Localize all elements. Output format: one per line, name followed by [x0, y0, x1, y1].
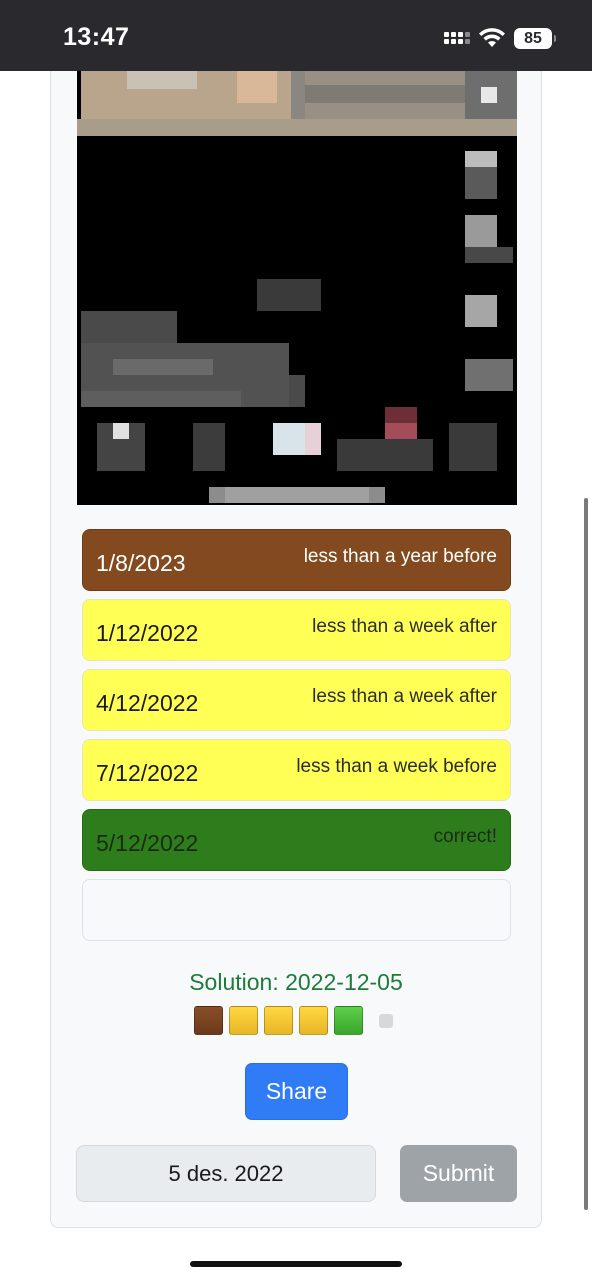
empty-guess-row — [82, 879, 511, 941]
battery-level: 85 — [524, 29, 542, 47]
guess-row: 4/12/2022 less than a week after — [82, 669, 511, 731]
guess-date: 7/12/2022 — [96, 760, 199, 786]
brown-square-icon — [194, 1006, 223, 1035]
date-input[interactable]: 5 des. 2022 — [76, 1145, 376, 1202]
guess-date: 4/12/2022 — [96, 690, 199, 716]
status-icons: 85 — [444, 26, 556, 50]
wifi-icon — [479, 28, 505, 47]
green-square-icon — [334, 1006, 363, 1035]
scrollbar[interactable] — [584, 498, 588, 1210]
guess-date: 5/12/2022 — [96, 830, 199, 856]
submit-button[interactable]: Submit — [400, 1145, 517, 1202]
guess-date: 1/8/2023 — [96, 550, 186, 576]
guess-date: 1/12/2022 — [96, 620, 199, 646]
guess-row: 7/12/2022 less than a week before — [82, 739, 511, 801]
yellow-square-icon — [264, 1006, 293, 1035]
solution-text: Solution: 2022-12-05 — [189, 969, 403, 995]
guess-list: 1/8/2023 less than a year before 1/12/20… — [82, 529, 511, 949]
guess-row: 1/8/2023 less than a year before — [82, 529, 511, 591]
status-bar: 13:47 85 — [0, 0, 592, 71]
guess-hint: correct! — [433, 826, 497, 847]
guess-hint: less than a week after — [312, 686, 497, 707]
guess-row: 1/12/2022 less than a week after — [82, 599, 511, 661]
guess-hint: less than a year before — [303, 546, 497, 567]
result-squares — [194, 1006, 393, 1035]
yellow-square-icon — [229, 1006, 258, 1035]
status-time: 13:47 — [63, 23, 130, 51]
yellow-square-icon — [299, 1006, 328, 1035]
game-card: 1/8/2023 less than a year before 1/12/20… — [50, 71, 542, 1228]
battery-icon: 85 — [514, 27, 556, 49]
share-button[interactable]: Share — [245, 1063, 348, 1120]
blank-square-icon — [379, 1013, 393, 1028]
home-indicator[interactable] — [190, 1261, 402, 1267]
guess-row: 5/12/2022 correct! — [82, 809, 511, 871]
guess-hint: less than a week before — [296, 756, 497, 777]
guess-hint: less than a week after — [312, 616, 497, 637]
signal-icon — [444, 32, 470, 44]
pixelated-photo — [77, 71, 517, 505]
